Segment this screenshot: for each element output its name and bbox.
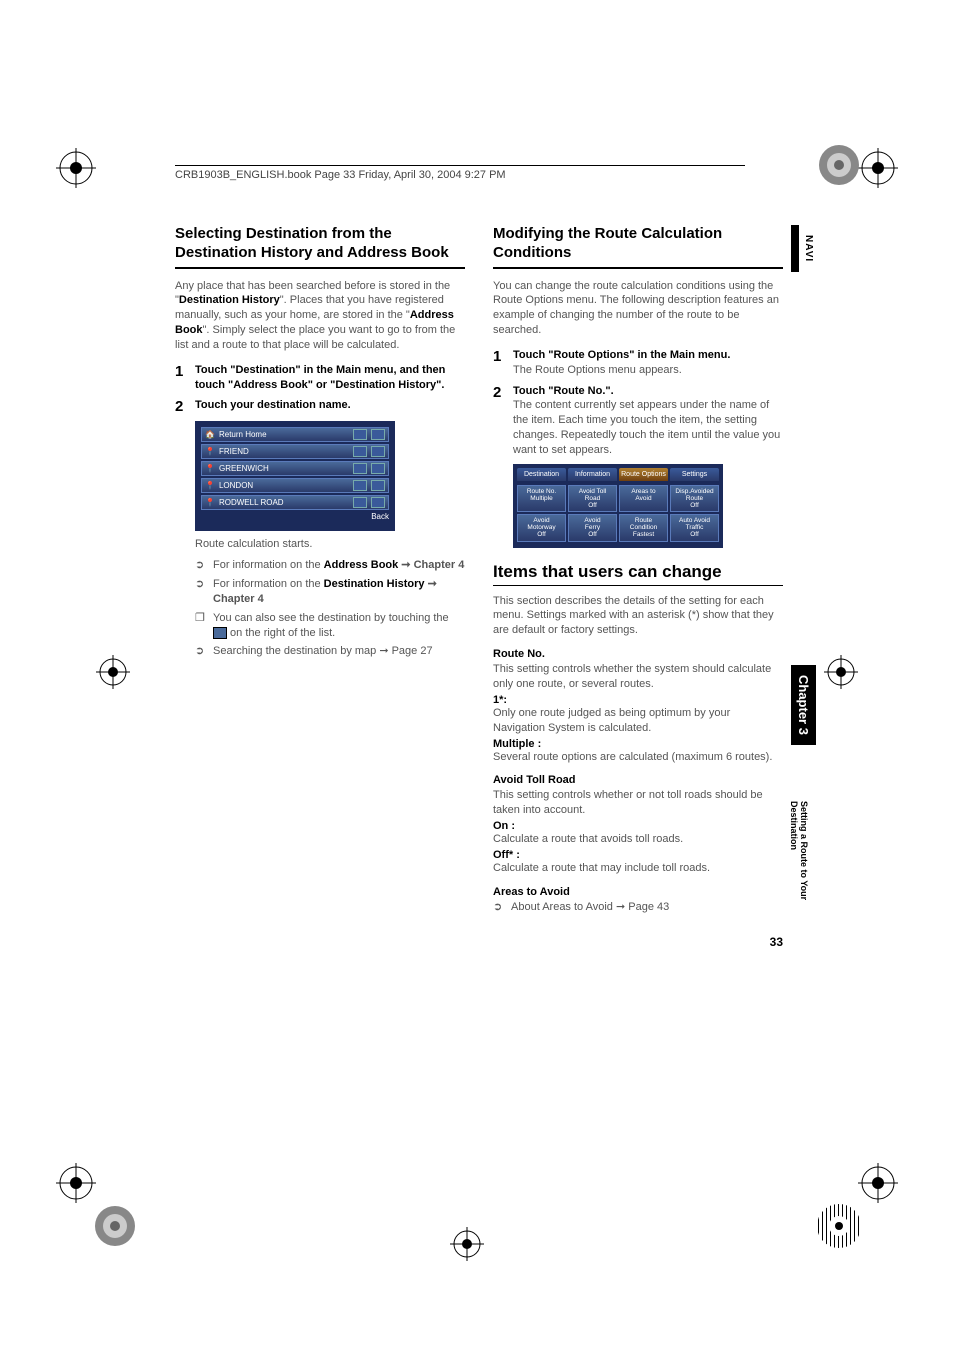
- info-icon: [353, 429, 367, 440]
- back-label: Back: [201, 512, 389, 521]
- avoid-toll-body: This setting controls whether or not tol…: [493, 788, 783, 818]
- left-intro: Any place that has been searched before …: [175, 279, 465, 353]
- map-thumb-icon: [213, 627, 227, 639]
- avoid-toll-on-label: On :: [493, 820, 783, 832]
- right-step2: Touch "Route No.".: [513, 384, 783, 399]
- reg-mark-icon: [824, 655, 858, 689]
- route-no-multiple-label: Multiple :: [493, 738, 783, 750]
- avoid-toll-off-body: Calculate a route that may include toll …: [493, 861, 783, 876]
- reg-mark-icon: [56, 1163, 96, 1203]
- reg-mark-icon: [56, 148, 96, 188]
- xref-icon: ➲: [195, 577, 207, 607]
- striped-corner-icon: [814, 1201, 864, 1251]
- info-icon: [353, 446, 367, 457]
- step-number: 2: [175, 398, 189, 415]
- tab-navi: NAVI: [791, 225, 816, 272]
- list-item: 🏠Return Home: [201, 427, 389, 442]
- xref-icon: ➲: [195, 558, 207, 573]
- info-icon: [353, 480, 367, 491]
- route-no-multiple-body: Several route options are calculated (ma…: [493, 750, 783, 765]
- map-icon: [371, 463, 385, 474]
- items-intro: This section describes the details of th…: [493, 594, 783, 639]
- tab-information: Information: [568, 468, 617, 481]
- areas-avoid-xref: About Areas to Avoid ➞ Page 43: [511, 900, 669, 915]
- gear-corner-icon: [814, 140, 864, 190]
- right-step1: Touch "Route Options" in the Main menu.: [513, 348, 783, 363]
- route-no-head: Route No.: [493, 648, 783, 660]
- pin-icon: 📍: [205, 447, 215, 456]
- pin-icon: 📍: [205, 498, 215, 507]
- info-icon: [353, 497, 367, 508]
- map-icon: [371, 480, 385, 491]
- avoid-toll-off-label: Off* :: [493, 849, 783, 861]
- reg-mark-icon: [858, 1163, 898, 1203]
- pin-icon: 📍: [205, 464, 215, 473]
- note-text: You can also see the destination by touc…: [213, 611, 465, 641]
- right-step1-sub: The Route Options menu appears.: [513, 363, 783, 378]
- tab-destination: Destination: [517, 468, 566, 481]
- route-options-screenshot: Destination Information Route Options Se…: [513, 464, 723, 548]
- pin-icon: 📍: [205, 481, 215, 490]
- route-no-body: This setting controls whether the system…: [493, 662, 783, 692]
- avoid-toll-on-body: Calculate a route that avoids toll roads…: [493, 832, 783, 847]
- page-number: 33: [770, 935, 783, 949]
- opt-cell: RouteConditionFastest: [619, 514, 668, 541]
- xref-text: For information on the Destination Histo…: [213, 577, 465, 607]
- items-title: Items that users can change: [493, 562, 783, 586]
- home-icon: 🏠: [205, 430, 215, 439]
- list-item: 📍FRIEND: [201, 444, 389, 459]
- map-icon: [371, 497, 385, 508]
- avoid-toll-head: Avoid Toll Road: [493, 774, 783, 786]
- opt-cell: AvoidFerryOff: [568, 514, 617, 541]
- opt-cell: Avoid TollRoadOff: [568, 485, 617, 512]
- xref-icon: ➲: [195, 644, 207, 659]
- areas-avoid-head: Areas to Avoid: [493, 886, 783, 898]
- xref-text: Searching the destination by map ➞ Page …: [213, 644, 433, 659]
- list-item: 📍RODWELL ROAD: [201, 495, 389, 510]
- route-no-1-label: 1*:: [493, 694, 783, 706]
- tab-route-options: Route Options: [619, 468, 668, 481]
- tab-chapter: Chapter 3: [791, 665, 816, 745]
- tab-section: Setting a Route to Your Destination: [787, 795, 811, 919]
- step-number: 1: [175, 363, 189, 393]
- right-section-title: Modifying the Route Calculation Conditio…: [493, 225, 783, 269]
- list-item: 📍GREENWICH: [201, 461, 389, 476]
- left-section-title: Selecting Destination from the Destinati…: [175, 225, 465, 269]
- left-step2: Touch your destination name.: [195, 398, 465, 413]
- list-item: 📍LONDON: [201, 478, 389, 493]
- info-icon: [353, 463, 367, 474]
- calc-text: Route calculation starts.: [195, 537, 465, 552]
- reg-mark-icon: [450, 1227, 484, 1261]
- print-header: CRB1903B_ENGLISH.book Page 33 Friday, Ap…: [175, 165, 745, 181]
- gear-corner-icon: [90, 1201, 140, 1251]
- step-number: 1: [493, 348, 507, 378]
- right-intro: You can change the route calculation con…: [493, 279, 783, 338]
- opt-cell: Areas toAvoid: [619, 485, 668, 512]
- reg-mark-icon: [96, 655, 130, 689]
- opt-cell: Auto AvoidTrafficOff: [670, 514, 719, 541]
- address-book-screenshot: 🏠Return Home 📍FRIEND 📍GREENWICH 📍LONDON …: [195, 421, 395, 531]
- route-no-1-body: Only one route judged as being optimum b…: [493, 706, 783, 736]
- opt-cell: Route No.Multiple: [517, 485, 566, 512]
- xref-icon: ➲: [493, 900, 505, 915]
- tab-settings: Settings: [670, 468, 719, 481]
- left-step1: Touch "Destination" in the Main menu, an…: [195, 363, 465, 393]
- right-step2-sub: The content currently set appears under …: [513, 398, 783, 457]
- opt-cell: AvoidMotorwayOff: [517, 514, 566, 541]
- step-number: 2: [493, 384, 507, 458]
- map-icon: [371, 429, 385, 440]
- opt-cell: Disp.AvoidedRouteOff: [670, 485, 719, 512]
- map-icon: [371, 446, 385, 457]
- xref-text: For information on the Address Book ➞ Ch…: [213, 558, 464, 573]
- note-icon: ❐: [195, 611, 207, 641]
- reg-mark-icon: [858, 148, 898, 188]
